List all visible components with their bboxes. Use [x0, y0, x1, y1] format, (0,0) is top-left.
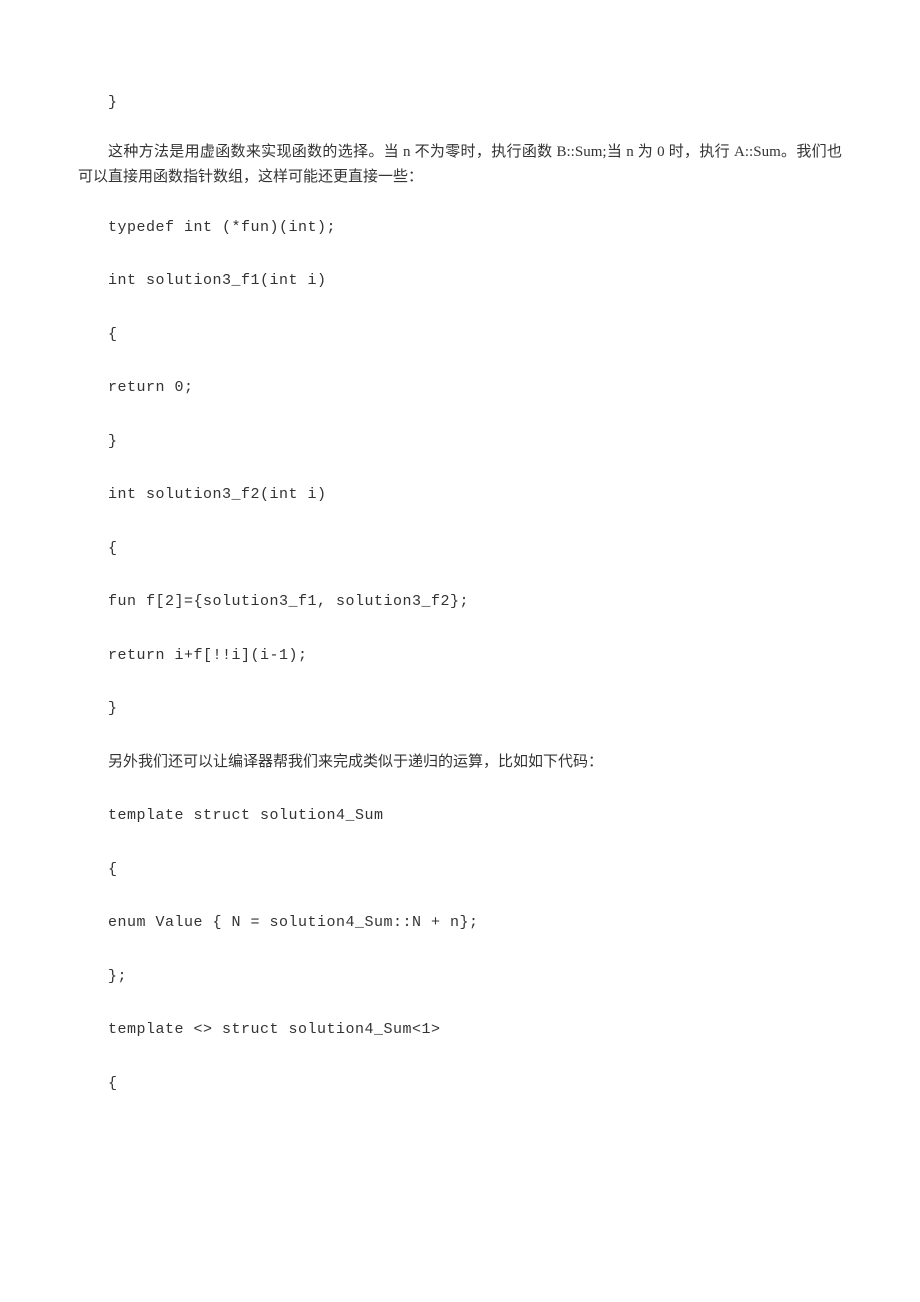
code-line: template struct solution4_Sum: [78, 803, 842, 829]
paragraph: 这种方法是用虚函数来实现函数的选择。当 n 不为零时，执行函数 B::Sum;当…: [78, 140, 842, 191]
code-line: template <> struct solution4_Sum<1>: [78, 1017, 842, 1043]
paragraph: 另外我们还可以让编译器帮我们来完成类似于递归的运算，比如如下代码：: [78, 750, 842, 776]
text-line: }: [78, 90, 842, 116]
code-line: }: [78, 429, 842, 455]
code-line: }: [78, 696, 842, 722]
code-line: int solution3_f2(int i): [78, 482, 842, 508]
code-line: };: [78, 964, 842, 990]
code-line: return i+f[!!i](i-1);: [78, 643, 842, 669]
code-line: enum Value { N = solution4_Sum::N + n};: [78, 910, 842, 936]
code-line: typedef int (*fun)(int);: [78, 215, 842, 241]
code-line: {: [78, 322, 842, 348]
code-line: return 0;: [78, 375, 842, 401]
code-line: {: [78, 536, 842, 562]
code-line: int solution3_f1(int i): [78, 268, 842, 294]
code-line: {: [78, 1071, 842, 1097]
code-line: {: [78, 857, 842, 883]
code-line: fun f[2]={solution3_f1, solution3_f2};: [78, 589, 842, 615]
